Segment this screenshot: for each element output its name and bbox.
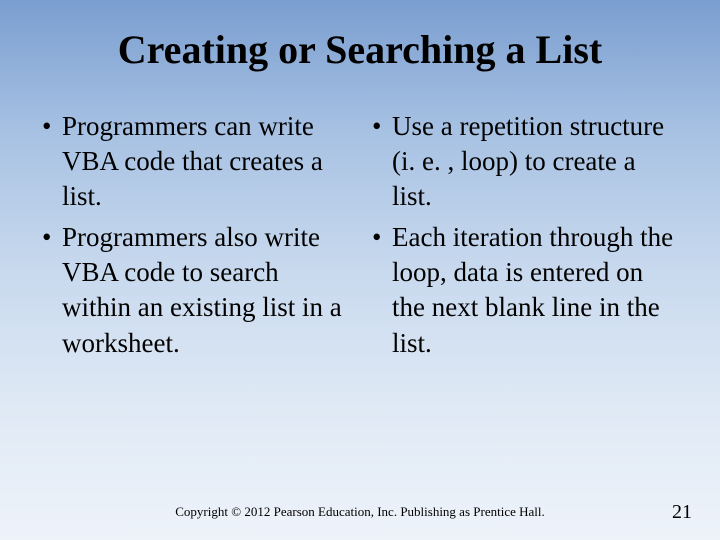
bullet-text: Programmers also write VBA code to searc… xyxy=(62,220,350,360)
bullet-icon: • xyxy=(40,109,62,144)
page-number: 21 xyxy=(672,501,692,524)
bullet-text: Programmers can write VBA code that crea… xyxy=(62,109,350,214)
left-column: • Programmers can write VBA code that cr… xyxy=(40,109,350,367)
bullet-text: Each iteration through the loop, data is… xyxy=(392,220,680,360)
bullet-icon: • xyxy=(40,220,62,255)
list-item: • Use a repetition structure (i. e. , lo… xyxy=(370,109,680,214)
bullet-icon: • xyxy=(370,109,392,144)
content-columns: • Programmers can write VBA code that cr… xyxy=(40,109,680,367)
right-column: • Use a repetition structure (i. e. , lo… xyxy=(370,109,680,367)
slide-title: Creating or Searching a List xyxy=(40,26,680,73)
list-item: • Programmers can write VBA code that cr… xyxy=(40,109,350,214)
list-item: • Programmers also write VBA code to sea… xyxy=(40,220,350,360)
bullet-text: Use a repetition structure (i. e. , loop… xyxy=(392,109,680,214)
list-item: • Each iteration through the loop, data … xyxy=(370,220,680,360)
bullet-icon: • xyxy=(370,220,392,255)
slide: Creating or Searching a List • Programme… xyxy=(0,0,720,540)
copyright-footer: Copyright © 2012 Pearson Education, Inc.… xyxy=(0,504,720,520)
